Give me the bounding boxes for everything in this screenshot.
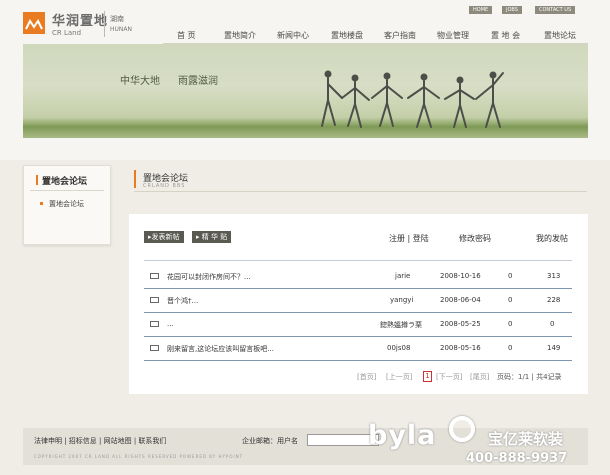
topic-date: 2008-05-25 (440, 320, 481, 328)
envelope-icon (150, 297, 159, 303)
main-title-marker (134, 170, 136, 188)
topic-date: 2008-06-04 (440, 296, 481, 304)
envelope-icon (150, 273, 159, 279)
logo-name-cn: 华润置地 (52, 14, 109, 29)
topic-author: 00js08 (387, 344, 411, 352)
topic-views: 313 (547, 272, 561, 280)
region-label-en: HUNAN (110, 26, 132, 33)
pager-next[interactable]: [下一页] (436, 372, 462, 382)
watermark-logo-icon (449, 416, 475, 442)
copyright-text: COPYRIGHT 2007 CR LAND ALL RIGHTS RESERV… (34, 454, 244, 459)
top-link-home[interactable]: HOME (469, 6, 493, 14)
topic-title[interactable]: 花园可以封闭作房间不？... (167, 272, 251, 282)
topic-date: 2008-10-16 (440, 272, 481, 280)
new-post-button[interactable]: ▸发表新帖 (144, 231, 184, 243)
nav-item-club[interactable]: 置 地 会 (491, 30, 520, 41)
topic-title[interactable]: 刚来留言,这论坛应该叫留言板吧... (167, 344, 274, 354)
topic-title[interactable]: 晋个鸿†... (167, 296, 198, 306)
banner-people-illustration (321, 70, 504, 128)
envelope-icon (150, 321, 159, 327)
topic-author: yangyi (390, 296, 414, 304)
topic-author: jarie (395, 272, 411, 280)
nav-item-forum[interactable]: 置地论坛 (544, 30, 576, 41)
topic-views: 0 (550, 320, 555, 328)
pager-current-page[interactable]: 1 (423, 371, 432, 382)
title-divider (134, 191, 587, 192)
new-post-label: 发表新帖 (151, 233, 180, 241)
nav-item-property-management[interactable]: 物业管理 (437, 30, 469, 41)
pager-first[interactable]: [首页] (357, 372, 376, 382)
watermark-text: byla (368, 420, 437, 451)
region-label-cn: 湖南 (110, 15, 124, 23)
topic-list-top-border (144, 260, 572, 261)
my-posts-link[interactable]: 我的发帖 (536, 233, 568, 244)
nav-item-home[interactable]: 首 页 (177, 30, 196, 41)
sidebar-item-forum[interactable]: 置地会论坛 (49, 199, 84, 209)
watermark-phone: 400-888-9937 (466, 451, 568, 466)
top-link-contact[interactable]: CONTACT US (535, 6, 576, 14)
topic-replies: 0 (508, 296, 513, 304)
top-link-jobs[interactable]: JOBS (502, 6, 522, 14)
banner-slogan-2: 雨露滋润 (178, 76, 218, 87)
table-row[interactable]: 晋个鸿†... yangyi 2008-06-04 0 228 (144, 290, 572, 313)
pager-prev[interactable]: [上一页] (386, 372, 412, 382)
watermark-brand: 宝亿莱软装 (488, 430, 564, 448)
register-login-link[interactable]: 注册 | 登陆 (389, 233, 429, 244)
topic-replies: 0 (508, 320, 513, 328)
topic-title[interactable]: ... (167, 320, 174, 328)
email-login-label: 企业邮箱：用户名 (242, 437, 298, 445)
sidebar-title-marker (36, 175, 38, 185)
topic-date: 2008-05-16 (440, 344, 481, 352)
topic-views: 149 (547, 344, 561, 352)
pager-info: 页码：1/1 | 共4记录 (497, 373, 562, 381)
table-row[interactable]: 花园可以封闭作房间不？... jarie 2008-10-16 0 313 (144, 266, 572, 289)
envelope-icon (150, 345, 159, 351)
banner-slogan-1: 中华大地 (120, 76, 160, 87)
elite-posts-label: 精 华 贴 (201, 233, 228, 241)
logo-divider (104, 11, 105, 37)
nav-item-customer-guide[interactable]: 客户指南 (384, 30, 416, 41)
page-subtitle: CRLAND BBS (143, 183, 186, 189)
bullet-icon (40, 202, 43, 205)
nav-item-about[interactable]: 置地简介 (224, 30, 256, 41)
elite-posts-button[interactable]: ▸ 精 华 贴 (192, 231, 232, 243)
banner-image (23, 44, 588, 138)
table-row[interactable]: 刚来留言,这论坛应该叫留言板吧... 00js08 2008-05-16 0 1… (144, 338, 572, 361)
table-row[interactable]: ... 鍃熱媼撙ラ栗 2008-05-25 0 0 (144, 314, 572, 337)
topic-views: 228 (547, 296, 561, 304)
footer-links[interactable]: 法律申明 | 招标信息 | 网站地图 | 联系我们 (34, 436, 166, 446)
nav-item-properties[interactable]: 置地楼盘 (331, 30, 363, 41)
nav-item-news[interactable]: 新闻中心 (277, 30, 309, 41)
crland-logo-icon[interactable] (23, 12, 45, 34)
topic-replies: 0 (508, 272, 513, 280)
topic-replies: 0 (508, 344, 513, 352)
pager-last[interactable]: [尾页] (470, 372, 489, 382)
logo-name-en: CR Land (52, 29, 82, 37)
topic-author: 鍃熱媼撙ラ栗 (380, 321, 422, 329)
sidebar-title: 置地会论坛 (42, 177, 88, 187)
change-password-link[interactable]: 修改密码 (459, 233, 491, 244)
sidebar-divider (30, 190, 104, 191)
